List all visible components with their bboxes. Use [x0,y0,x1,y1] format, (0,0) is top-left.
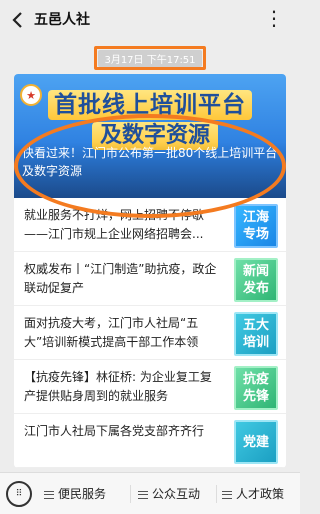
article-title[interactable]: 面对抗疫大考，江门市人社局“五大”培训新模式提高干部工作本领 [24,314,222,352]
thumbnail-label: 五大 培训 [242,318,269,350]
article-title[interactable]: 江门市人社局下属各党支部齐齐行 [24,422,222,441]
article-title[interactable]: 权威发布丨“江门制造”助抗疫，政企联动促复产 [24,260,222,298]
article-thumbnail[interactable]: 五大 培训 [234,312,278,356]
top-bar: 五邑人社 ⋮ [0,0,300,40]
list-item[interactable]: 江门市人社局下属各党支部齐齐行 党建 [14,414,286,468]
menu-public-interaction[interactable]: 公众互动 [138,483,200,505]
list-item[interactable]: 面对抗疫大考，江门市人社局“五大”培训新模式提高干部工作本领 五大 培训 [14,306,286,360]
article-thumbnail[interactable]: 江海 专场 [234,204,278,248]
more-icon[interactable]: ⋮ [264,8,284,28]
menu-label: 公众互动 [152,487,201,501]
thumbnail-label: 抗疫 先锋 [242,372,269,404]
screen: 五邑人社 ⋮ 3月17日 下午17:51 ★ 首批线上培训平台 及数字资源 快看… [0,0,300,514]
featured-banner[interactable]: ★ 首批线上培训平台 及数字资源 快看过来！江门市公布第一批80个线上培训平台及… [14,74,286,198]
thumbnail-label: 新闻 发布 [242,264,269,296]
divider [130,485,131,503]
banner-title-line1: 首批线上培训平台 [48,90,252,120]
thumbnail-label: 党建 [242,434,269,450]
logo-icon: ★ [20,84,42,106]
back-chevron-icon[interactable] [8,10,28,30]
menu-icon [138,490,148,499]
menu-convenience-services[interactable]: 便民服务 [44,483,106,505]
article-thumbnail[interactable]: 抗疫 先锋 [234,366,278,410]
list-item[interactable]: 权威发布丨“江门制造”助抗疫，政企联动促复产 新闻 发布 [14,252,286,306]
menu-talent-policy[interactable]: 人才政策 [222,483,284,505]
article-thumbnail[interactable]: 党建 [234,420,278,464]
divider [216,485,217,503]
article-list: 就业服务不打烊，网上招聘不停歇——江门市规上企业网络招聘会... 江海 专场 权… [14,198,286,468]
menu-icon [222,490,232,499]
article-title[interactable]: 就业服务不打烊，网上招聘不停歇——江门市规上企业网络招聘会... [24,206,222,244]
menu-label: 人才政策 [236,487,285,501]
article-title[interactable]: 【抗疫先锋】林征桥: 为企业复工复产提供贴身周到的就业服务 [24,368,222,406]
menu-label: 便民服务 [58,487,107,501]
list-item[interactable]: 就业服务不打烊，网上招聘不停歇——江门市规上企业网络招聘会... 江海 专场 [14,198,286,252]
menu-icon [44,490,54,499]
timestamp: 3月17日 下午17:51 [98,49,202,67]
article-card: ★ 首批线上培训平台 及数字资源 快看过来！江门市公布第一批80个线上培训平台及… [14,74,286,468]
featured-headline[interactable]: 快看过来！江门市公布第一批80个线上培训平台及数字资源 [22,144,278,180]
timestamp-highlight: 3月17日 下午17:51 [94,46,206,70]
page-title: 五邑人社 [34,12,90,28]
keyboard-icon[interactable]: ⠿ [6,481,32,507]
thumbnail-label: 江海 专场 [242,210,269,242]
article-thumbnail[interactable]: 新闻 发布 [234,258,278,302]
list-item[interactable]: 【抗疫先锋】林征桥: 为企业复工复产提供贴身周到的就业服务 抗疫 先锋 [14,360,286,414]
bottom-menu-bar: ⠿ 便民服务 公众互动 人才政策 [0,472,300,514]
